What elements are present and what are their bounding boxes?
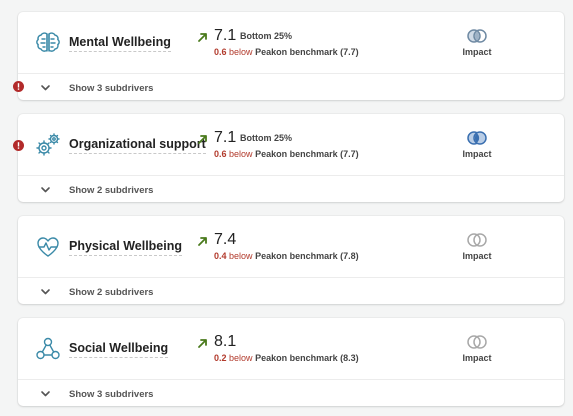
impact-indicator[interactable]: Impact xyxy=(462,334,492,363)
benchmark-comparison: 0.6 below Peakon benchmark (7.7) xyxy=(214,149,359,160)
impact-rings-icon xyxy=(467,29,487,43)
driver-score: 8.1 xyxy=(214,333,237,350)
rank-badge: Bottom 25% xyxy=(240,133,293,143)
chevron-down-icon xyxy=(40,286,51,297)
impact-label: Impact xyxy=(462,149,492,159)
subdrivers-toggle[interactable]: Show 2 subdrivers xyxy=(18,175,564,202)
benchmark-comparison: 0.4 below Peakon benchmark (7.8) xyxy=(214,251,359,262)
driver-score: 7.1 xyxy=(214,27,237,44)
driver-name[interactable]: Mental Wellbeing xyxy=(69,36,171,52)
impact-rings-icon xyxy=(467,233,487,247)
benchmark-label: Peakon benchmark (7.7) xyxy=(255,149,359,159)
driver-summary[interactable]: Physical Wellbeing 7.4 0.4 below Peakon … xyxy=(18,216,564,276)
driver-card: Organizational support 7.1 Bottom 25% 0.… xyxy=(18,114,564,202)
benchmark-direction: below xyxy=(229,353,253,363)
people-network-icon xyxy=(34,335,62,363)
benchmark-diff: 0.6 xyxy=(214,47,227,57)
impact-rings-icon xyxy=(467,131,487,145)
chevron-down-icon xyxy=(40,82,51,93)
driver-summary[interactable]: Mental Wellbeing 7.1 Bottom 25% 0.6 belo… xyxy=(18,12,564,72)
impact-rings-icon xyxy=(467,335,487,349)
subdrivers-label: Show 2 subdrivers xyxy=(69,185,154,196)
driver-score: 7.1 xyxy=(214,129,237,146)
driver-name[interactable]: Social Wellbeing xyxy=(69,342,169,358)
benchmark-label: Peakon benchmark (7.7) xyxy=(255,47,359,57)
alert-icon xyxy=(13,81,24,92)
driver-summary[interactable]: Social Wellbeing 8.1 0.2 below Peakon be… xyxy=(18,318,564,378)
chevron-down-icon xyxy=(40,184,51,195)
benchmark-label: Peakon benchmark (8.3) xyxy=(255,353,359,363)
driver-card: Physical Wellbeing 7.4 0.4 below Peakon … xyxy=(18,216,564,304)
benchmark-diff: 0.6 xyxy=(214,149,227,159)
gears-icon xyxy=(34,131,62,159)
subdrivers-label: Show 2 subdrivers xyxy=(69,287,154,298)
driver-card: Social Wellbeing 8.1 0.2 below Peakon be… xyxy=(18,318,564,406)
benchmark-direction: below xyxy=(229,149,253,159)
benchmark-comparison: 0.2 below Peakon benchmark (8.3) xyxy=(214,353,359,364)
subdrivers-label: Show 3 subdrivers xyxy=(69,389,154,400)
driver-name[interactable]: Organizational support xyxy=(69,138,206,154)
subdrivers-toggle[interactable]: Show 3 subdrivers xyxy=(18,73,564,100)
trend-up-arrow-icon xyxy=(197,32,208,43)
chevron-down-icon xyxy=(40,388,51,399)
benchmark-label: Peakon benchmark (7.8) xyxy=(255,251,359,261)
impact-label: Impact xyxy=(462,353,492,363)
benchmark-direction: below xyxy=(229,251,253,261)
subdrivers-toggle[interactable]: Show 3 subdrivers xyxy=(18,379,564,406)
benchmark-comparison: 0.6 below Peakon benchmark (7.7) xyxy=(214,47,359,58)
driver-name[interactable]: Physical Wellbeing xyxy=(69,240,183,256)
subdrivers-toggle[interactable]: Show 2 subdrivers xyxy=(18,277,564,304)
subdrivers-label: Show 3 subdrivers xyxy=(69,83,154,94)
impact-label: Impact xyxy=(462,47,492,57)
impact-indicator[interactable]: Impact xyxy=(462,28,492,57)
trend-up-arrow-icon xyxy=(197,134,208,145)
impact-indicator[interactable]: Impact xyxy=(462,130,492,159)
impact-indicator[interactable]: Impact xyxy=(462,232,492,261)
impact-label: Impact xyxy=(462,251,492,261)
rank-badge: Bottom 25% xyxy=(240,31,293,41)
alert-icon xyxy=(13,140,24,151)
heartbeat-icon xyxy=(34,233,62,261)
driver-summary[interactable]: Organizational support 7.1 Bottom 25% 0.… xyxy=(18,114,564,174)
trend-up-arrow-icon xyxy=(197,236,208,247)
trend-up-arrow-icon xyxy=(197,338,208,349)
driver-score: 7.4 xyxy=(214,231,237,248)
benchmark-direction: below xyxy=(229,47,253,57)
benchmark-diff: 0.2 xyxy=(214,353,227,363)
benchmark-diff: 0.4 xyxy=(214,251,227,261)
driver-card: Mental Wellbeing 7.1 Bottom 25% 0.6 belo… xyxy=(18,12,564,100)
brain-icon xyxy=(34,29,62,57)
